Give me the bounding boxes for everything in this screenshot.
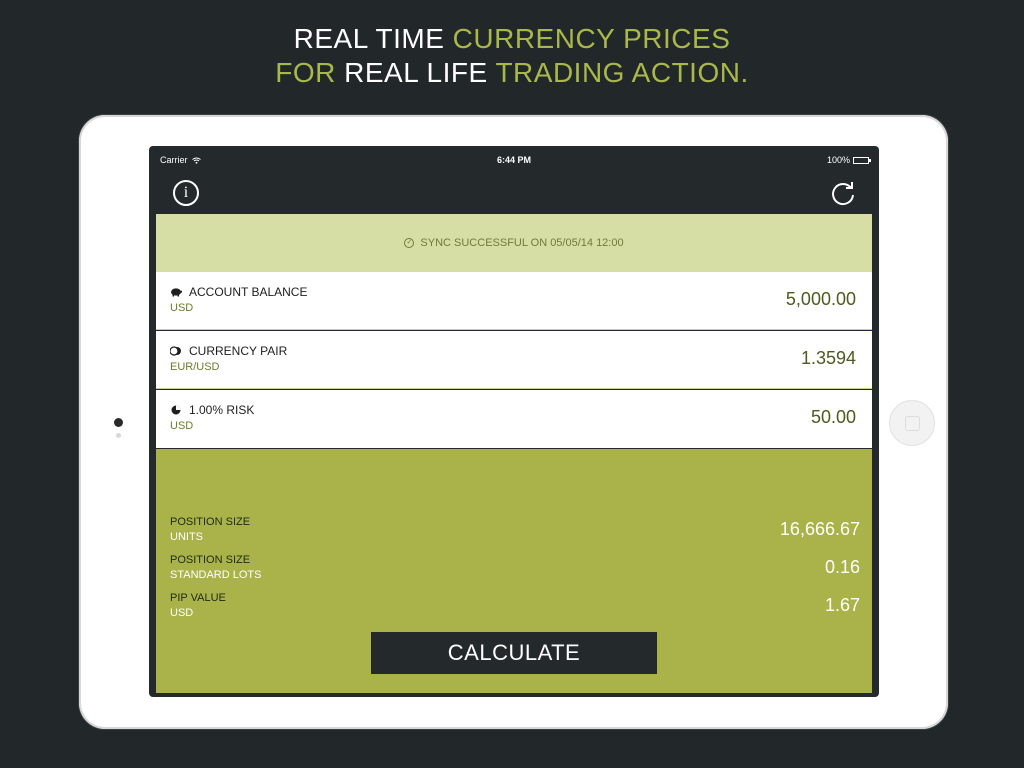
headline-text: REAL LIFE: [344, 57, 488, 88]
info-icon[interactable]: i: [173, 180, 199, 206]
position-size-units-result: POSITION SIZE UNITS 16,666.67: [170, 516, 860, 546]
home-button[interactable]: [889, 400, 935, 446]
currency-pair-row[interactable]: CURRENCY PAIR EUR/USD 1.3594: [156, 331, 872, 389]
row-title-text: 1.00% RISK: [189, 403, 255, 417]
promo-headline: REAL TIME CURRENCY PRICES FOR REAL LIFE …: [0, 22, 1024, 90]
row-title: ACCOUNT BALANCE: [170, 285, 307, 299]
sync-status-text: SYNC SUCCESSFUL ON 05/05/14 12:00: [420, 237, 624, 249]
headline-line-1: REAL TIME CURRENCY PRICES: [0, 22, 1024, 56]
row-value[interactable]: 5,000.00: [786, 289, 856, 310]
result-label: POSITION SIZE: [170, 516, 251, 528]
battery-icon: [853, 156, 871, 164]
status-bar: Carrier 6:44 PM 100%: [149, 146, 879, 174]
row-subtitle: EUR/USD: [170, 361, 220, 373]
result-value: 0.16: [824, 557, 860, 577]
headline-text-accent: TRADING ACTION.: [495, 57, 749, 88]
clock: 6:44 PM: [496, 155, 531, 165]
headline-text-accent: FOR: [275, 57, 336, 88]
result-subtitle: USD: [170, 607, 194, 619]
result-subtitle: STANDARD LOTS: [170, 569, 262, 581]
headline-line-2: FOR REAL LIFE TRADING ACTION.: [0, 56, 1024, 90]
result-value: 1.67: [824, 595, 860, 615]
piggy-bank-icon: [171, 288, 182, 297]
battery-percent: 100%: [826, 155, 850, 165]
coins-icon: [170, 346, 181, 356]
headline-text-accent: CURRENCY PRICES: [452, 23, 731, 54]
row-title: 1.00% RISK: [170, 403, 254, 417]
result-label: PIP VALUE: [170, 592, 226, 604]
account-balance-row[interactable]: ACCOUNT BALANCE USD 5,000.00: [156, 272, 872, 330]
pie-chart-icon: [171, 405, 181, 415]
results-panel: POSITION SIZE UNITS 16,666.67 POSITION S…: [156, 449, 872, 693]
row-value[interactable]: 50.00: [811, 407, 856, 428]
headline-text: REAL TIME: [293, 23, 445, 54]
check-circle-icon: ✓: [404, 238, 415, 248]
position-size-lots-result: POSITION SIZE STANDARD LOTS 0.16: [170, 554, 860, 584]
row-subtitle: USD: [170, 420, 194, 432]
camera-icon: [114, 418, 123, 427]
risk-row[interactable]: 1.00% RISK USD 50.00: [156, 390, 872, 448]
nav-bar: i: [149, 174, 879, 214]
row-subtitle: USD: [170, 302, 194, 314]
result-subtitle: UNITS: [170, 531, 203, 543]
refresh-icon[interactable]: [829, 179, 857, 207]
home-square-icon: [905, 416, 920, 431]
sensor-dot: [116, 433, 121, 438]
pip-value-result: PIP VALUE USD 1.67: [170, 592, 860, 622]
calculate-button[interactable]: CALCULATE: [371, 632, 657, 674]
row-title-text: ACCOUNT BALANCE: [189, 285, 308, 299]
battery-indicator: 100%: [826, 155, 871, 165]
row-value[interactable]: 1.3594: [801, 348, 856, 369]
result-value: 16,666.67: [779, 519, 860, 539]
row-title-text: CURRENCY PAIR: [189, 344, 288, 358]
result-label: POSITION SIZE: [170, 554, 251, 566]
row-title: CURRENCY PAIR: [170, 344, 287, 358]
sync-status-bar: ✓ SYNC SUCCESSFUL ON 05/05/14 12:00: [156, 214, 872, 272]
app-screen: Carrier 6:44 PM 100% i ✓ SYNC SUCCESSFUL…: [149, 146, 879, 697]
